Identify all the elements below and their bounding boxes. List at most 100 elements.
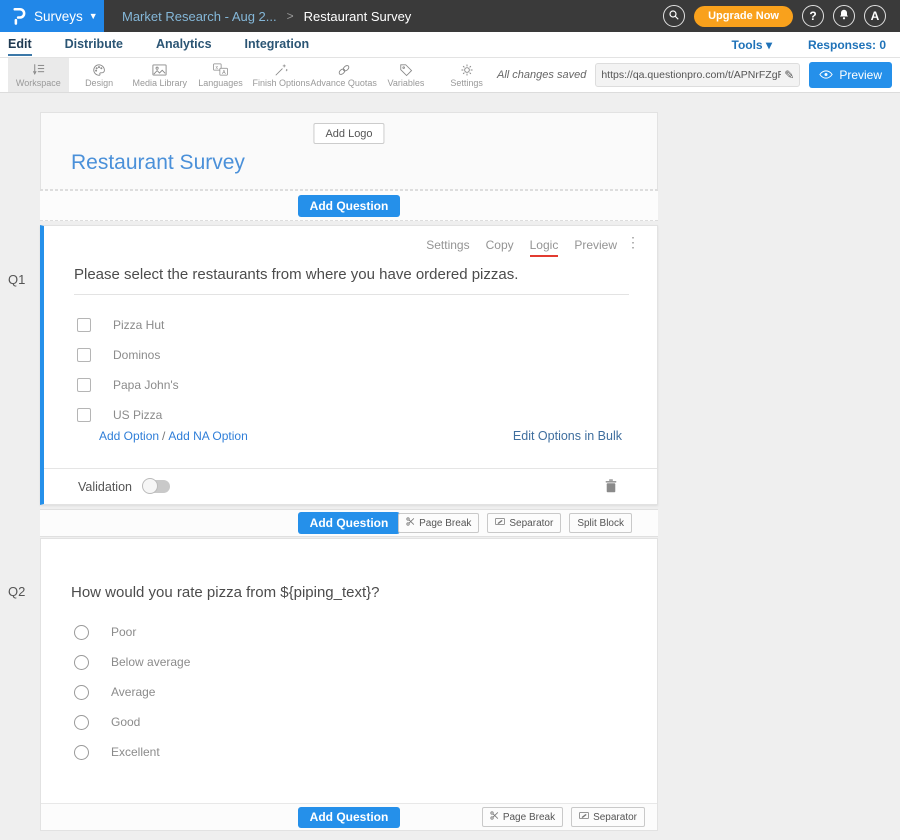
checkbox-icon[interactable]	[77, 348, 91, 362]
workspace-icon	[31, 62, 46, 77]
tools-menu[interactable]: Tools ▾	[732, 38, 772, 52]
nav-tab-analytics[interactable]: Analytics	[156, 33, 212, 56]
option-row[interactable]: US Pizza	[77, 400, 179, 430]
add-question-button[interactable]: Add Question	[298, 512, 401, 534]
radio-icon[interactable]	[74, 625, 89, 640]
question-text-q1[interactable]: Please select the restaurants from where…	[74, 266, 629, 295]
question-tab-settings[interactable]: Settings	[426, 238, 469, 255]
breadcrumb-current: Restaurant Survey	[304, 9, 412, 24]
block-tools: Page Break Separator Split Block	[398, 513, 632, 533]
question-tab-preview[interactable]: Preview	[574, 238, 617, 255]
toolbar-item-settings[interactable]: Settings	[436, 58, 497, 92]
topbar-actions: Upgrade Now ? A	[663, 5, 900, 27]
page-break-label: Page Break	[419, 518, 471, 529]
separator-button[interactable]: Separator	[487, 513, 561, 533]
add-question-button[interactable]: Add Question	[298, 807, 401, 828]
notifications-button[interactable]	[833, 5, 855, 27]
toolbar-item-finish-options[interactable]: Finish Options	[251, 58, 312, 92]
add-question-strip-bottom: Add Question Page Break Separator	[41, 803, 657, 830]
option-label[interactable]: Below average	[111, 655, 190, 669]
question-card-q2[interactable]: How would you rate pizza from ${piping_t…	[40, 538, 658, 831]
preview-button[interactable]: Preview	[809, 62, 892, 88]
search-button[interactable]	[663, 5, 685, 27]
split-block-label: Split Block	[577, 518, 624, 529]
upgrade-now-button[interactable]: Upgrade Now	[694, 6, 793, 27]
option-row[interactable]: Below average	[74, 647, 190, 677]
toolbar-item-label: Finish Options	[252, 78, 310, 88]
question-text-q2[interactable]: How would you rate pizza from ${piping_t…	[71, 584, 380, 601]
survey-title[interactable]: Restaurant Survey	[71, 151, 245, 175]
option-label[interactable]: Pizza Hut	[113, 318, 164, 332]
toolbar-item-workspace[interactable]: Workspace	[8, 58, 69, 92]
toolbar-item-design[interactable]: Design	[69, 58, 130, 92]
option-row[interactable]: Poor	[74, 617, 190, 647]
survey-url-input[interactable]	[601, 69, 781, 81]
translate-icon: xA	[213, 62, 228, 77]
add-question-button[interactable]: Add Question	[298, 195, 401, 217]
scissors-icon	[406, 517, 415, 529]
radio-icon[interactable]	[74, 715, 89, 730]
add-na-option-link[interactable]: Add NA Option	[168, 429, 247, 443]
option-links: Add Option/Add NA Option	[99, 429, 248, 443]
survey-nav: Edit Distribute Analytics Integration To…	[0, 32, 900, 58]
add-logo-button[interactable]: Add Logo	[313, 123, 384, 144]
option-row[interactable]: Dominos	[77, 340, 179, 370]
add-option-link[interactable]: Add Option	[99, 429, 159, 443]
option-label[interactable]: Dominos	[113, 348, 160, 362]
nav-tab-integration[interactable]: Integration	[245, 33, 310, 56]
question-tab-logic[interactable]: Logic	[530, 238, 559, 257]
radio-icon[interactable]	[74, 685, 89, 700]
edit-options-bulk-link[interactable]: Edit Options in Bulk	[513, 429, 622, 443]
question-tab-copy[interactable]: Copy	[486, 238, 514, 255]
split-block-button[interactable]: Split Block	[569, 513, 632, 533]
checkbox-icon[interactable]	[77, 378, 91, 392]
option-label[interactable]: Excellent	[111, 745, 160, 759]
option-label[interactable]: Poor	[111, 625, 136, 639]
toolbar-item-languages[interactable]: xA Languages	[190, 58, 251, 92]
surveys-product-menu[interactable]: Surveys ▼	[0, 0, 104, 32]
questionpro-logo-icon	[11, 7, 26, 25]
option-row[interactable]: Average	[74, 677, 190, 707]
add-question-strip-middle: Add Question Page Break Separator Split …	[40, 509, 658, 537]
option-label[interactable]: Papa John's	[113, 378, 179, 392]
responses-count[interactable]: Responses: 0	[808, 38, 886, 52]
avatar[interactable]: A	[864, 5, 886, 27]
breadcrumb: Market Research - Aug 2... > Restaurant …	[122, 9, 411, 24]
separator-button[interactable]: Separator	[571, 807, 645, 827]
svg-text:A: A	[222, 70, 226, 76]
page-break-button[interactable]: Page Break	[482, 807, 563, 827]
page-break-button[interactable]: Page Break	[398, 513, 479, 533]
question-card-q1[interactable]: Settings Copy Logic Preview ⋮ Please sel…	[40, 225, 658, 505]
edit-url-pencil-icon[interactable]: ✎	[784, 68, 794, 82]
separator-label: Separator	[509, 518, 553, 529]
toolbar-item-advance-quotas[interactable]: Advance Quotas	[312, 58, 376, 92]
checkbox-icon[interactable]	[77, 318, 91, 332]
option-label[interactable]: Average	[111, 685, 155, 699]
search-icon	[668, 9, 680, 24]
option-label[interactable]: Good	[111, 715, 140, 729]
kebab-menu-icon[interactable]: ⋮	[626, 235, 640, 249]
toolbar-item-media-library[interactable]: Media Library	[129, 58, 190, 92]
option-row[interactable]: Papa John's	[77, 370, 179, 400]
toolbar-item-label: Media Library	[133, 78, 188, 88]
option-row[interactable]: Good	[74, 707, 190, 737]
nav-tab-edit[interactable]: Edit	[8, 33, 32, 56]
toolbar-item-variables[interactable]: Variables	[376, 58, 437, 92]
eye-icon	[819, 68, 833, 82]
question-number-q1: Q1	[8, 272, 25, 287]
option-row[interactable]: Excellent	[74, 737, 190, 767]
option-label[interactable]: US Pizza	[113, 408, 162, 422]
validation-toggle[interactable]	[144, 480, 170, 493]
breadcrumb-folder[interactable]: Market Research - Aug 2...	[122, 9, 277, 24]
help-button[interactable]: ?	[802, 5, 824, 27]
checkbox-icon[interactable]	[77, 408, 91, 422]
radio-icon[interactable]	[74, 745, 89, 760]
nav-tab-distribute[interactable]: Distribute	[65, 33, 123, 56]
page-break-label: Page Break	[503, 812, 555, 823]
separator-icon	[579, 811, 589, 823]
radio-icon[interactable]	[74, 655, 89, 670]
block-tools: Page Break Separator	[482, 807, 645, 827]
image-icon	[152, 62, 167, 77]
option-row[interactable]: Pizza Hut	[77, 310, 179, 340]
delete-question-trash-icon[interactable]	[605, 479, 617, 498]
